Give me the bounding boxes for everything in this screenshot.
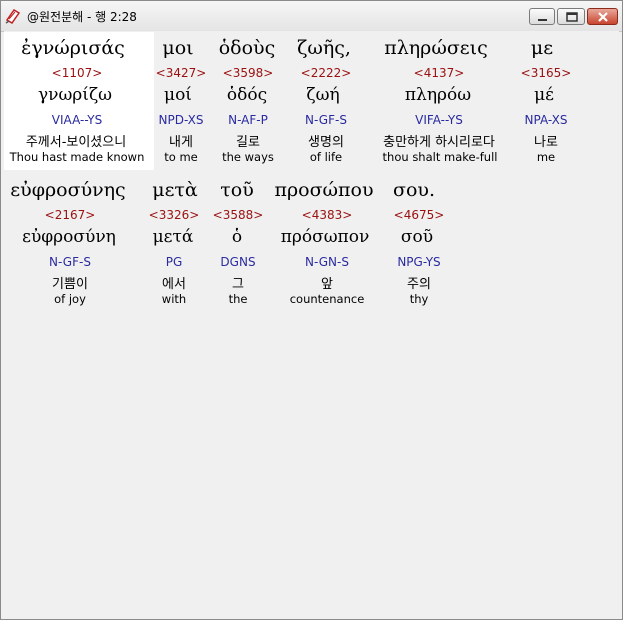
- morphology-code[interactable]: N-GF-S: [49, 255, 91, 269]
- close-button[interactable]: [587, 8, 618, 25]
- lemma: μέ: [534, 85, 554, 105]
- korean-gloss: 생명의: [308, 135, 344, 150]
- lemma: εὐφροσύνη: [22, 227, 116, 247]
- greek-word[interactable]: τοῦ: [220, 179, 254, 201]
- morphology-code[interactable]: NPG-YS: [397, 255, 440, 269]
- greek-word[interactable]: με: [531, 37, 553, 59]
- greek-word[interactable]: εὐφροσύνης: [10, 179, 125, 201]
- bible-app-icon: [5, 8, 21, 25]
- title-bar[interactable]: @원전분해 - 행 2:28: [1, 1, 622, 32]
- app-window: @원전분해 - 행 2:28 ἐγνώρισάς <1107> γνωρίζω …: [0, 0, 623, 620]
- english-gloss: thou shalt make-full: [382, 150, 498, 164]
- morphology-code[interactable]: VIAA--YS: [52, 113, 102, 127]
- greek-word[interactable]: ζωῆς,: [297, 37, 351, 59]
- greek-word[interactable]: ἐγνώρισάς: [21, 37, 125, 59]
- lemma: πρόσωπον: [280, 227, 370, 247]
- greek-word[interactable]: σου.: [393, 179, 435, 201]
- strong-number[interactable]: <4137>: [414, 66, 465, 80]
- korean-gloss: 내게: [169, 135, 193, 150]
- morphology-code[interactable]: NPA-XS: [525, 113, 568, 127]
- korean-gloss: 나로: [534, 135, 558, 150]
- strong-number[interactable]: <1107>: [52, 66, 103, 80]
- korean-gloss: 앞: [321, 277, 333, 292]
- english-gloss: of joy: [54, 292, 86, 306]
- greek-word[interactable]: μετὰ: [152, 179, 198, 201]
- english-gloss: the ways: [222, 150, 274, 164]
- english-gloss: of life: [309, 150, 343, 164]
- greek-word[interactable]: ὁδοὺς: [219, 37, 276, 59]
- morphology-code[interactable]: N-GN-S: [305, 255, 349, 269]
- strong-number[interactable]: <2222>: [301, 66, 352, 80]
- greek-word[interactable]: προσώπου: [274, 179, 373, 201]
- english-gloss: countenance: [289, 292, 365, 306]
- lemma: μοί: [164, 85, 192, 105]
- korean-gloss: 에서: [162, 277, 186, 292]
- morphology-code[interactable]: PG: [166, 255, 183, 269]
- morphology-code[interactable]: NPD-XS: [158, 113, 203, 127]
- korean-gloss: 충만하게 하시리로다: [383, 135, 495, 150]
- greek-word[interactable]: μοι: [162, 37, 193, 59]
- lemma: μετά: [152, 227, 194, 247]
- strong-number[interactable]: <3588>: [213, 208, 264, 222]
- strong-number[interactable]: <3165>: [521, 66, 572, 80]
- minimize-icon: [538, 19, 547, 21]
- lemma: ὁδός: [226, 85, 268, 105]
- maximize-button[interactable]: [557, 8, 585, 25]
- minimize-button[interactable]: [529, 8, 555, 25]
- morphology-code[interactable]: DGNS: [220, 255, 255, 269]
- strong-number[interactable]: <4675>: [394, 208, 445, 222]
- strong-number[interactable]: <3326>: [149, 208, 200, 222]
- strong-number[interactable]: <3427>: [156, 66, 207, 80]
- english-gloss: the: [228, 292, 248, 306]
- english-gloss: me: [536, 150, 556, 164]
- strong-number[interactable]: <2167>: [45, 208, 96, 222]
- lemma: πληρόω: [404, 85, 472, 105]
- english-gloss: Thou hast made known: [9, 150, 145, 164]
- korean-gloss: 길로: [236, 135, 260, 150]
- maximize-icon: [566, 12, 578, 22]
- lemma: ζωή: [306, 85, 340, 105]
- korean-gloss: 기쁨이: [52, 277, 88, 292]
- korean-gloss: 주의: [407, 277, 431, 292]
- korean-gloss: 그: [232, 277, 244, 292]
- english-gloss: thy: [409, 292, 429, 306]
- strong-number[interactable]: <3598>: [223, 66, 274, 80]
- english-gloss: with: [161, 292, 187, 306]
- close-icon: [598, 12, 608, 22]
- lemma: σοῦ: [400, 227, 434, 247]
- greek-word[interactable]: πληρώσεις: [384, 37, 487, 59]
- morphology-code[interactable]: N-AF-P: [228, 113, 268, 127]
- lemma: γνωρίζω: [37, 85, 113, 105]
- morphology-code[interactable]: N-GF-S: [305, 113, 347, 127]
- korean-gloss: 주께서-보이셨으니: [25, 135, 127, 150]
- window-title: @원전분해 - 행 2:28: [27, 10, 137, 24]
- strong-number[interactable]: <4383>: [302, 208, 353, 222]
- morphology-code[interactable]: VIFA--YS: [415, 113, 463, 127]
- english-gloss: to me: [164, 150, 198, 164]
- lemma: ὁ: [231, 227, 243, 247]
